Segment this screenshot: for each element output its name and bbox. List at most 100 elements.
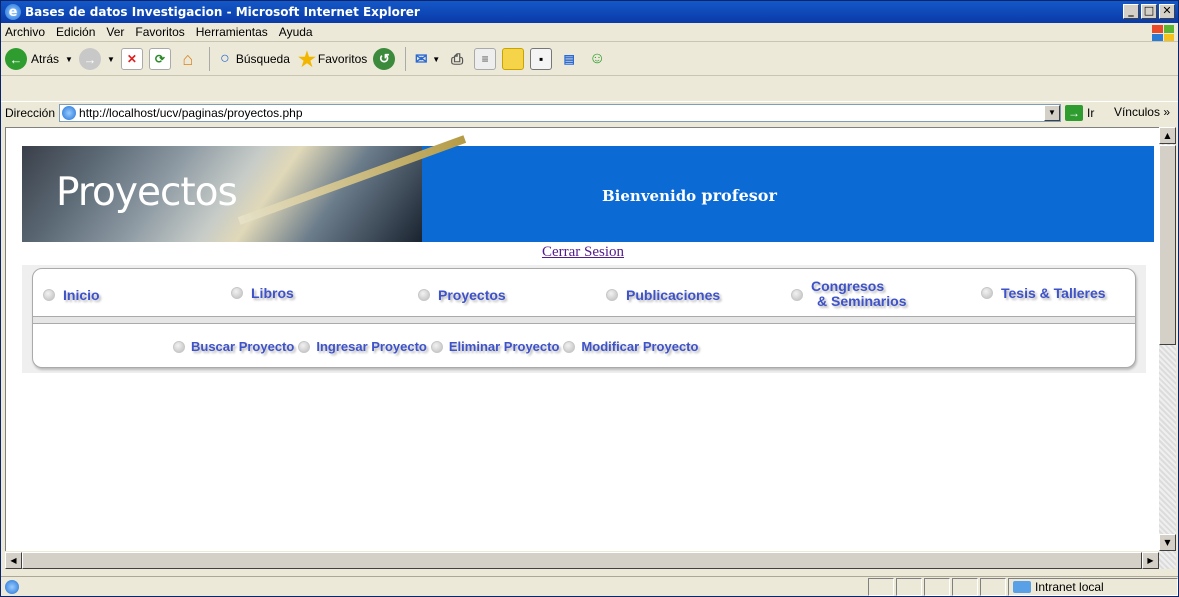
go-button[interactable]: → Ir	[1065, 104, 1095, 121]
scroll-up-button[interactable]: ▲	[1159, 127, 1176, 144]
address-dropdown-button[interactable]: ▼	[1044, 104, 1061, 121]
subnav-eliminar[interactable]: Eliminar Proyecto	[430, 339, 559, 354]
maximize-button[interactable]: □	[1141, 4, 1157, 19]
print-icon: ⎙	[451, 50, 464, 68]
subnav-buscar[interactable]: Buscar Proyecto	[173, 339, 294, 354]
intranet-icon	[1013, 580, 1031, 593]
menu-favoritos[interactable]: Favoritos	[135, 25, 184, 39]
stop-button[interactable]: ✕	[120, 48, 143, 70]
bullet-icon	[606, 289, 618, 301]
bullet-icon	[430, 340, 443, 353]
standard-toolbar: ← Atrás ▼ → ▼ ✕ ⟳ ⌂ ○ Búsqueda ★ Favorit…	[1, 43, 1178, 76]
minimize-button[interactable]: _	[1123, 4, 1139, 19]
status-cell	[896, 577, 922, 596]
window-title: Bases de datos Investigacion - Microsoft…	[25, 5, 420, 19]
bullet-icon	[43, 289, 55, 301]
address-input[interactable]: http://localhost/ucv/paginas/proyectos.p…	[59, 103, 1062, 122]
nav-inicio[interactable]: Inicio	[43, 287, 100, 303]
nav-label: Proyectos	[438, 287, 506, 303]
go-label: Ir	[1087, 105, 1095, 120]
book-icon: ▤	[563, 52, 575, 66]
edit-icon: ≡	[474, 48, 497, 70]
toolbar-separator	[208, 47, 210, 71]
stop-icon: ✕	[120, 48, 143, 70]
menu-edicion[interactable]: Edición	[56, 25, 95, 39]
refresh-icon: ⟳	[148, 48, 171, 70]
nav-proyectos[interactable]: Proyectos	[418, 287, 506, 303]
nav-label: Congresos	[811, 278, 885, 294]
windows-logo-icon	[1152, 25, 1174, 41]
favorites-button[interactable]: ★ Favoritos	[296, 48, 368, 71]
bullet-icon	[981, 287, 993, 299]
status-cell	[924, 577, 950, 596]
bullet-icon	[418, 289, 430, 301]
discuss-button[interactable]	[502, 48, 525, 70]
ie-icon: e	[5, 4, 21, 20]
favorites-label: Favoritos	[317, 52, 368, 66]
nav-congresos[interactable]: Congresos & Seminarios	[791, 279, 906, 309]
research-icon: ▪	[530, 48, 553, 70]
forward-button[interactable]: → ▼	[78, 48, 115, 70]
vertical-scrollbar[interactable]: ▲ ▼	[1159, 127, 1176, 569]
close-button[interactable]: ✕	[1159, 4, 1175, 19]
user-name: profesor	[701, 186, 777, 205]
nav-publicaciones[interactable]: Publicaciones	[606, 287, 720, 303]
bullet-icon	[563, 340, 576, 353]
title-bar: e Bases de datos Investigacion - Microso…	[1, 1, 1178, 23]
menu-ver[interactable]: Ver	[106, 25, 124, 39]
scroll-left-button[interactable]: ◀	[5, 552, 22, 569]
nav-box: Inicio Libros Proyectos Publicaciones Co…	[32, 268, 1136, 368]
hscroll-thumb[interactable]	[22, 552, 1142, 569]
users-button[interactable]: ☺	[586, 48, 608, 70]
nav-label: & Seminarios	[817, 293, 907, 309]
menu-bar: Archivo Edición Ver Favoritos Herramient…	[1, 23, 1178, 42]
home-icon: ⌂	[182, 48, 194, 69]
horizontal-scrollbar[interactable]: ◀ ▶	[5, 552, 1159, 569]
messenger-button[interactable]: ▤	[558, 48, 580, 70]
status-cell	[952, 577, 978, 596]
scroll-down-button[interactable]: ▼	[1159, 534, 1176, 551]
main-nav: Inicio Libros Proyectos Publicaciones Co…	[33, 279, 1135, 315]
nav-tesis[interactable]: Tesis & Talleres	[981, 285, 1106, 301]
back-label: Atrás	[31, 52, 60, 66]
menu-ayuda[interactable]: Ayuda	[279, 25, 313, 39]
scroll-right-button[interactable]: ▶	[1142, 552, 1159, 569]
home-button[interactable]: ⌂	[177, 48, 199, 70]
mail-button[interactable]: ✉ ▼	[410, 48, 440, 70]
back-button[interactable]: ← Atrás ▼	[5, 48, 73, 70]
links-button[interactable]: Vínculos »	[1114, 105, 1170, 119]
nav-label: Inicio	[63, 287, 100, 303]
search-icon: ○	[220, 50, 230, 67]
forward-arrow-icon: →	[78, 48, 101, 70]
menu-archivo[interactable]: Archivo	[5, 25, 45, 39]
mail-icon: ✉	[414, 51, 428, 68]
star-icon: ★	[297, 48, 316, 71]
banner-title: Proyectos	[56, 170, 238, 215]
nav-label: Libros	[251, 285, 294, 301]
nav-area: Inicio Libros Proyectos Publicaciones Co…	[22, 265, 1146, 373]
research-button[interactable]: ▪	[530, 48, 553, 70]
dropdown-icon: ▼	[65, 54, 73, 64]
menu-herramientas[interactable]: Herramientas	[196, 25, 268, 39]
subnav-ingresar[interactable]: Ingresar Proyecto	[298, 339, 427, 354]
dropdown-icon: ▼	[106, 54, 115, 64]
address-label: Dirección	[5, 105, 56, 120]
go-arrow-icon: →	[1065, 104, 1084, 121]
nav-libros[interactable]: Libros	[231, 285, 294, 301]
browser-window: e Bases de datos Investigacion - Microso…	[0, 0, 1179, 597]
bullet-icon	[791, 289, 803, 301]
dropdown-icon: ▼	[432, 54, 441, 64]
subnav-modificar[interactable]: Modificar Proyecto	[563, 339, 698, 354]
sub-nav: Buscar Proyecto Ingresar Proyecto Elimin…	[173, 339, 702, 354]
refresh-button[interactable]: ⟳	[148, 48, 171, 70]
scroll-thumb[interactable]	[1159, 145, 1176, 345]
bullet-icon	[173, 340, 185, 353]
bullet-icon	[298, 340, 311, 353]
edit-button[interactable]: ≡	[474, 48, 497, 70]
history-button[interactable]: ↺	[373, 48, 396, 70]
search-button[interactable]: ○ Búsqueda	[214, 48, 290, 70]
print-button[interactable]: ⎙	[446, 48, 468, 70]
logout-link[interactable]: Cerrar Sesion	[542, 244, 624, 260]
address-url[interactable]: http://localhost/ucv/paginas/proyectos.p…	[79, 106, 302, 120]
